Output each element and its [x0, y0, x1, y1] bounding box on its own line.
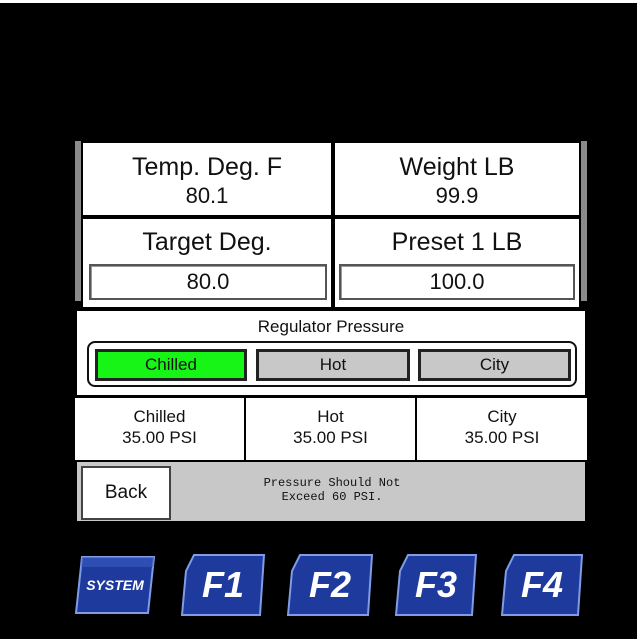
- pressure-warning: Pressure Should Not Exceed 60 PSI.: [237, 476, 427, 504]
- target-entry[interactable]: 80.0: [89, 264, 327, 300]
- f3-key-label: F3: [414, 564, 457, 605]
- regulator-title: Regulator Pressure: [257, 317, 405, 336]
- warning-line-2: Exceed 60 PSI.: [281, 490, 383, 504]
- f2-key[interactable]: F2: [286, 553, 374, 617]
- f1-key-label: F1: [201, 564, 244, 605]
- weight-tile: Weight LB 99.9: [333, 141, 581, 217]
- preset-label: Preset 1 LB: [391, 228, 523, 256]
- f4-key[interactable]: F4: [500, 553, 584, 617]
- city-pressure-value: 35.00 PSI: [464, 428, 540, 447]
- hot-pressure-name: Hot: [317, 407, 344, 426]
- chilled-pressure-value: 35.00 PSI: [122, 428, 197, 447]
- panel-frame-right: [581, 141, 587, 301]
- footer-bar: Back Pressure Should Not Exceed 60 PSI.: [75, 460, 587, 523]
- system-key-label: SYSTEM: [86, 577, 144, 593]
- temperature-value: 80.1: [185, 183, 229, 208]
- target-label: Target Deg.: [142, 228, 272, 256]
- weight-label: Weight LB: [399, 153, 515, 181]
- city-pressure-name: City: [487, 407, 517, 426]
- system-key[interactable]: SYSTEM: [74, 553, 156, 617]
- f2-key-label: F2: [308, 564, 351, 605]
- hmi-screen: Temp. Deg. F 80.1 Weight LB 99.9 Target …: [0, 0, 637, 639]
- preset-entry[interactable]: 100.0: [339, 264, 575, 300]
- chilled-pressure-cell: Chilled 35.00 PSI: [75, 398, 244, 460]
- back-button[interactable]: Back: [81, 466, 171, 520]
- f3-key[interactable]: F3: [394, 553, 478, 617]
- regulator-section: Regulator Pressure Chilled Hot City: [75, 309, 587, 397]
- temperature-label: Temp. Deg. F: [131, 153, 283, 181]
- weight-value: 99.9: [435, 183, 479, 208]
- f4-key-label: F4: [520, 564, 563, 605]
- chilled-pressure-name: Chilled: [133, 407, 186, 426]
- city-pressure-cell: City 35.00 PSI: [417, 398, 587, 460]
- mode-hot-button[interactable]: Hot: [256, 349, 410, 381]
- mode-chilled-button[interactable]: Chilled: [95, 349, 247, 381]
- hot-pressure-cell: Hot 35.00 PSI: [246, 398, 415, 460]
- warning-line-1: Pressure Should Not: [263, 476, 401, 490]
- temperature-tile: Temp. Deg. F 80.1: [81, 141, 333, 217]
- top-border: [0, 0, 637, 3]
- regulator-mode-group: Chilled Hot City: [87, 341, 577, 387]
- hot-pressure-value: 35.00 PSI: [293, 428, 368, 447]
- f1-key[interactable]: F1: [180, 553, 266, 617]
- pressure-readout-row: Chilled 35.00 PSI Hot 35.00 PSI City 35.…: [75, 398, 587, 460]
- mode-city-button[interactable]: City: [418, 349, 571, 381]
